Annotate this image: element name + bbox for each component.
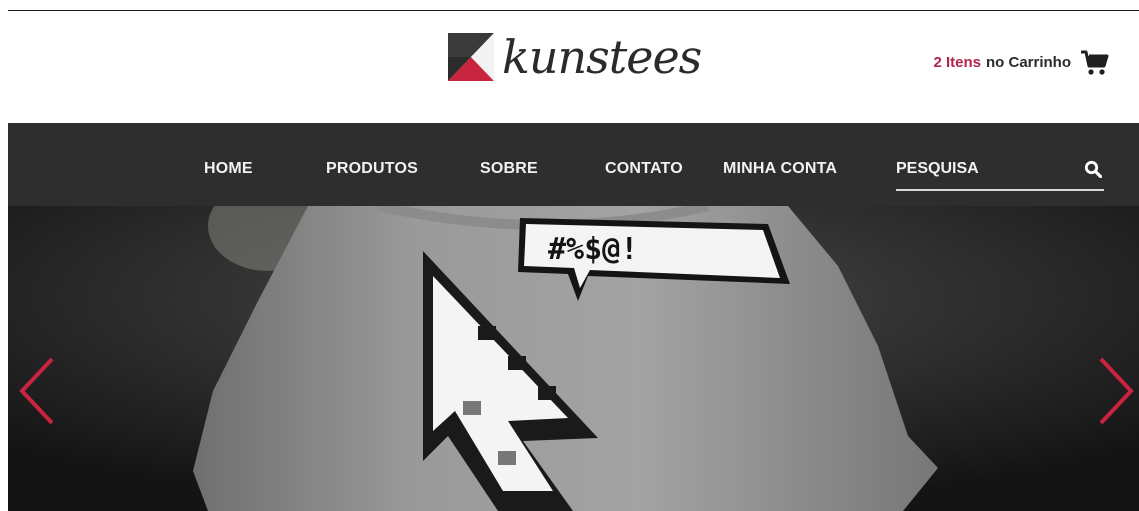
logo[interactable]: kunstees <box>448 30 702 84</box>
carousel-next-button[interactable] <box>1095 356 1135 426</box>
hero-carousel: #%$@! <box>8 206 1139 511</box>
cart-summary[interactable]: 2 Itens no Carrinho <box>933 47 1109 77</box>
logo-mark-icon <box>448 33 494 81</box>
logo-text: kunstees <box>502 30 702 84</box>
cart-icon[interactable] <box>1079 47 1109 77</box>
hero-image: #%$@! <box>8 206 1139 511</box>
svg-text:#%$@!: #%$@! <box>548 232 638 267</box>
cart-count: 2 Itens <box>933 53 981 71</box>
carousel-prev-button[interactable] <box>18 356 58 426</box>
site-header: kunstees 2 Itens no Carrinho <box>8 11 1139 123</box>
search-label: PESQUISA <box>896 160 979 177</box>
cart-label: no Carrinho <box>986 53 1071 71</box>
nav-item-home[interactable]: HOME <box>204 160 253 178</box>
search-icon[interactable] <box>1084 160 1102 178</box>
nav-item-minha-conta[interactable]: MINHA CONTA <box>723 160 837 178</box>
nav-item-produtos[interactable]: PRODUTOS <box>326 160 418 178</box>
nav-item-sobre[interactable]: SOBRE <box>480 160 538 178</box>
main-nav: HOME PRODUTOS SOBRE CONTATO MINHA CONTA … <box>8 123 1139 206</box>
nav-item-contato[interactable]: CONTATO <box>605 160 683 178</box>
search-field[interactable]: PESQUISA <box>896 158 1104 191</box>
